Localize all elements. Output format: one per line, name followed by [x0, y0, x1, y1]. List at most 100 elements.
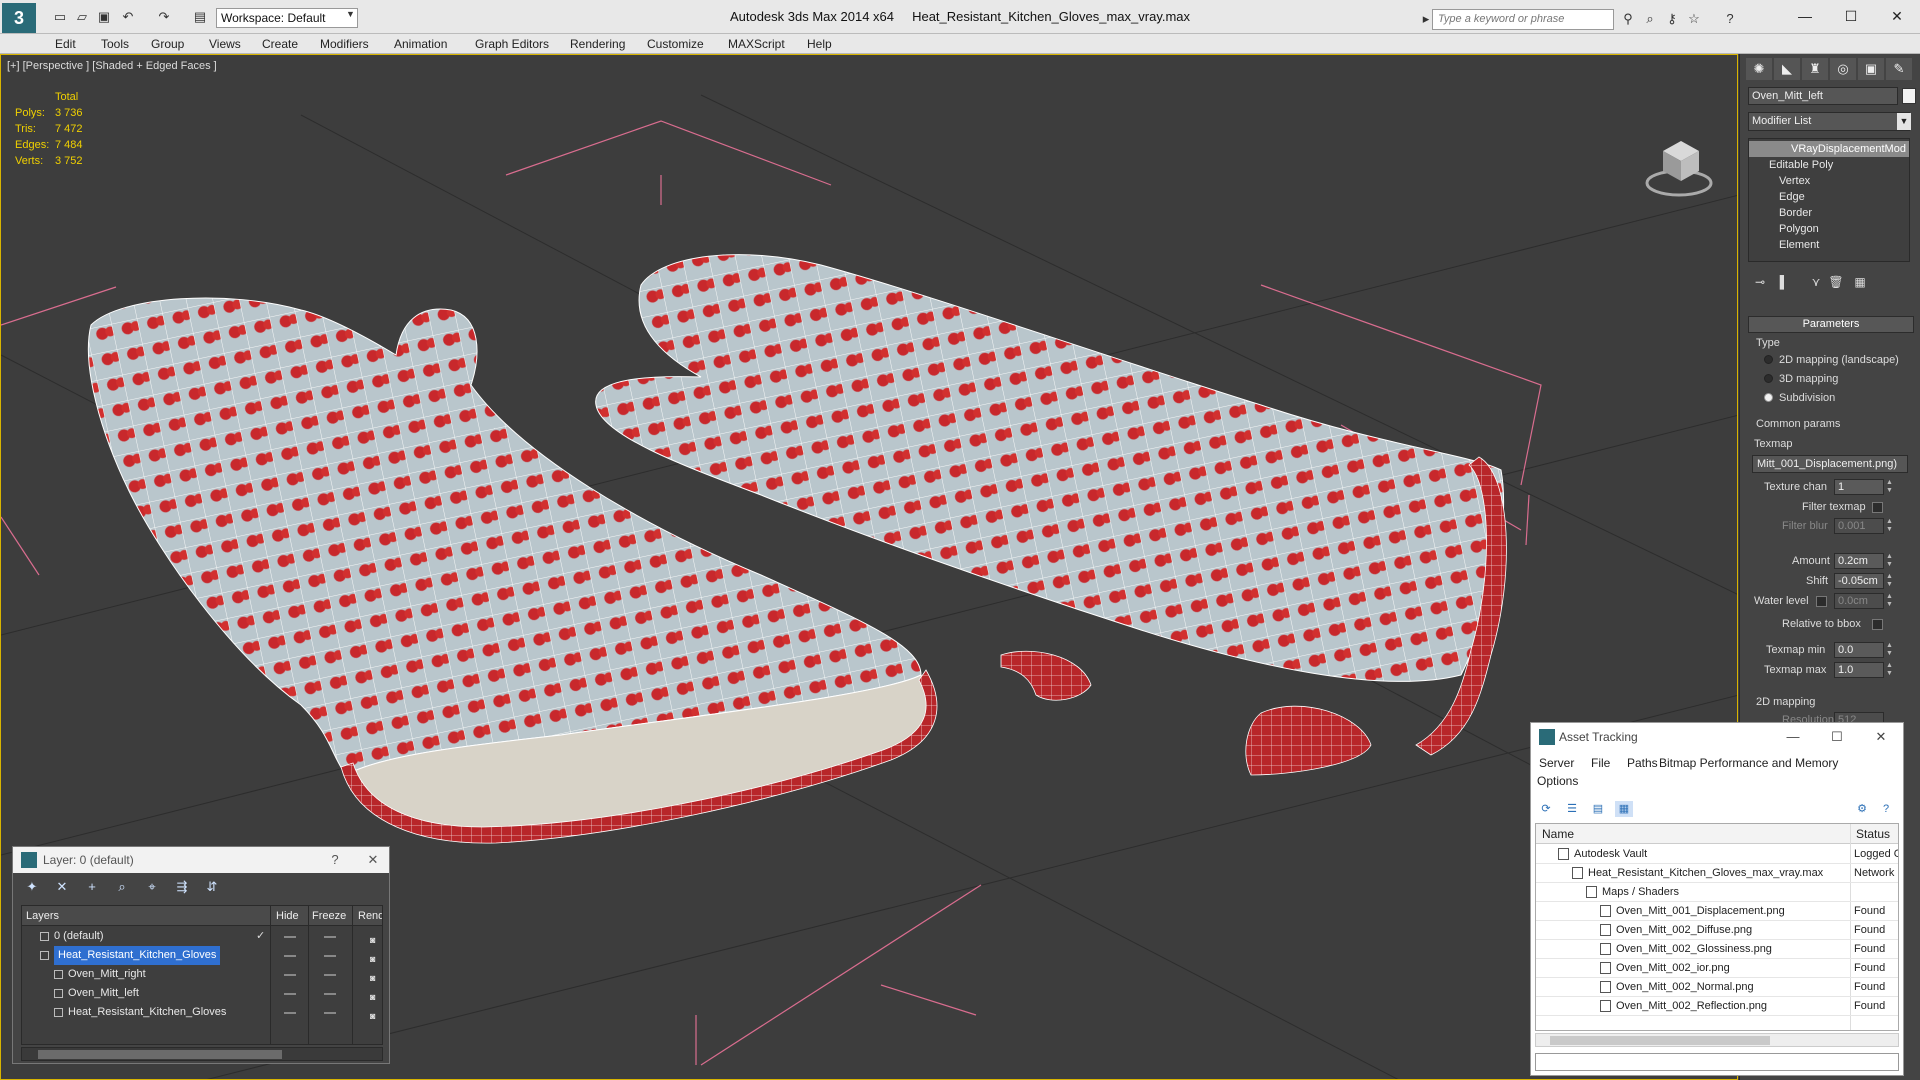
stack-item-vertex[interactable]: Vertex [1749, 173, 1909, 189]
scrollbar-thumb[interactable] [1550, 1036, 1770, 1045]
column-header-status[interactable]: Status [1856, 827, 1890, 841]
column-header-render[interactable]: Rend [358, 910, 382, 922]
search-icon[interactable]: ⌕ [1642, 11, 1658, 27]
object-name-field[interactable]: Oven_Mitt_left [1748, 87, 1898, 105]
modify-tab-icon[interactable]: ◣ [1774, 58, 1800, 80]
asset-menu-options[interactable]: Options [1537, 774, 1578, 788]
layer-row[interactable]: Heat_Resistant_Kitchen_Gloves ◙ [22, 946, 382, 965]
horizontal-scrollbar[interactable] [21, 1047, 383, 1061]
undo-icon[interactable]: ↶ [120, 10, 136, 24]
asset-row[interactable]: Autodesk Vault Logged O [1536, 845, 1898, 864]
show-end-result-icon[interactable]: ▌ [1774, 272, 1794, 292]
spinner-arrows-icon[interactable]: ▲ ▼ [1886, 573, 1895, 589]
menu-animation[interactable]: Animation [394, 37, 447, 51]
configure-sets-icon[interactable]: ▦ [1850, 272, 1870, 292]
asset-row[interactable]: Maps / Shaders [1536, 883, 1898, 902]
asset-row[interactable]: Oven_Mitt_001_Displacement.png Found [1536, 902, 1898, 921]
list-view-icon[interactable]: ☰ [1563, 801, 1581, 817]
menu-maxscript[interactable]: MAXScript [728, 37, 785, 51]
column-header-freeze[interactable]: Freeze [312, 910, 346, 922]
asset-menu-paths[interactable]: Paths [1627, 756, 1658, 770]
spinner-arrows-icon[interactable]: ▲ ▼ [1886, 553, 1895, 569]
stack-item-vraydisplacement[interactable]: VRayDisplacementMod [1749, 141, 1909, 157]
layer-row[interactable]: 0 (default) ◙ ✓ [22, 927, 382, 946]
utilities-tab-icon[interactable]: ✎ [1886, 58, 1912, 80]
asset-row[interactable]: Heat_Resistant_Kitchen_Gloves_max_vray.m… [1536, 864, 1898, 883]
open-file-icon[interactable]: ▱ [74, 10, 90, 24]
layer-row[interactable]: Heat_Resistant_Kitchen_Gloves ◙ [22, 1003, 382, 1022]
render-teapot-icon[interactable]: ◙ [370, 950, 380, 964]
stack-item-border[interactable]: Border [1749, 205, 1909, 221]
asset-menu-file[interactable]: File [1591, 756, 1610, 770]
menu-views[interactable]: Views [209, 37, 241, 51]
new-file-icon[interactable]: ▭ [52, 10, 68, 24]
texture-chan-spinner[interactable]: 1 [1834, 479, 1884, 495]
spinner-arrows-icon[interactable]: ▲ ▼ [1886, 642, 1895, 658]
search-input[interactable]: Type a keyword or phrase [1432, 9, 1614, 30]
help-icon[interactable]: ? [325, 850, 345, 870]
refresh-icon[interactable]: ⟳ [1537, 801, 1555, 817]
freeze-toggle[interactable] [324, 955, 336, 957]
redo-icon[interactable]: ↷ [156, 10, 172, 24]
modifier-list-dropdown[interactable]: Modifier List [1748, 112, 1910, 131]
texmap-min-spinner[interactable]: 0.0 [1834, 642, 1884, 658]
column-header-name[interactable]: Name [1542, 827, 1574, 841]
render-teapot-icon[interactable]: ◙ [370, 969, 380, 983]
menu-rendering[interactable]: Rendering [570, 37, 625, 51]
stack-item-edge[interactable]: Edge [1749, 189, 1909, 205]
texmap-max-spinner[interactable]: 1.0 [1834, 662, 1884, 678]
freeze-toggle[interactable] [324, 1012, 336, 1014]
scrollbar-thumb[interactable] [38, 1050, 282, 1059]
render-teapot-icon[interactable]: ◙ [370, 1007, 380, 1021]
create-tab-icon[interactable]: ✺ [1746, 58, 1772, 80]
relative-bbox-checkbox[interactable] [1872, 619, 1883, 630]
help-icon[interactable]: ? [1877, 801, 1895, 817]
create-layer-icon[interactable]: ✦ [23, 879, 41, 895]
render-teapot-icon[interactable]: ◙ [370, 931, 380, 945]
asset-menu-server[interactable]: Server [1539, 756, 1574, 770]
radio-2d-mapping[interactable]: 2D mapping (landscape) [1764, 354, 1899, 366]
hide-toggle[interactable] [284, 955, 296, 957]
hide-unhide-all-icon[interactable]: ⇵ [203, 879, 221, 895]
stack-item-element[interactable]: Element [1749, 237, 1909, 253]
table-view-icon[interactable]: ▦ [1615, 801, 1633, 817]
chevron-down-icon[interactable]: ▼ [346, 9, 358, 27]
freeze-toggle[interactable] [324, 974, 336, 976]
chevron-down-icon[interactable]: ▼ [1897, 113, 1911, 130]
minimize-button[interactable]: — [1782, 4, 1828, 28]
remove-modifier-icon[interactable]: 🗑 [1826, 272, 1846, 292]
menu-modifiers[interactable]: Modifiers [320, 37, 369, 51]
set-current-layer-icon[interactable]: ⇶ [173, 879, 191, 895]
column-header-hide[interactable]: Hide [276, 910, 299, 922]
save-file-icon[interactable]: ▣ [96, 10, 112, 24]
column-header-layers[interactable]: Layers [26, 910, 59, 922]
binoculars-icon[interactable]: ⚲ [1620, 11, 1636, 27]
motion-tab-icon[interactable]: ◎ [1830, 58, 1856, 80]
asset-row[interactable]: Oven_Mitt_002_ior.png Found [1536, 959, 1898, 978]
hide-toggle[interactable] [284, 936, 296, 938]
asset-row[interactable]: Oven_Mitt_002_Diffuse.png Found [1536, 921, 1898, 940]
maximize-button[interactable]: ☐ [1828, 4, 1874, 28]
select-objects-icon[interactable]: ⌕ [113, 879, 131, 895]
close-button[interactable]: ✕ [1874, 4, 1920, 28]
menu-help[interactable]: Help [807, 37, 832, 51]
parameters-rollout[interactable]: Parameters [1748, 316, 1914, 333]
workspace-dropdown[interactable]: Workspace: Default [216, 8, 358, 28]
menu-create[interactable]: Create [262, 37, 298, 51]
viewcube[interactable] [1645, 141, 1713, 197]
asset-menu-bitmap-performance[interactable]: Bitmap Performance and Memory [1659, 756, 1838, 770]
water-level-spinner[interactable]: 0.0cm [1834, 593, 1884, 609]
filter-blur-spinner[interactable]: 0.001 [1834, 518, 1884, 534]
menu-customize[interactable]: Customize [647, 37, 704, 51]
spinner-arrows-icon[interactable]: ▲ ▼ [1886, 593, 1895, 609]
water-level-checkbox[interactable] [1816, 596, 1827, 607]
stack-item-editable-poly[interactable]: Editable Poly [1749, 157, 1909, 173]
help-icon[interactable]: ? [1722, 11, 1738, 27]
delete-layer-icon[interactable]: ✕ [53, 879, 71, 895]
display-tab-icon[interactable]: ▣ [1858, 58, 1884, 80]
layer-row[interactable]: Oven_Mitt_left ◙ [22, 984, 382, 1003]
amount-spinner[interactable]: 0.2cm [1834, 553, 1884, 569]
minimize-button[interactable]: — [1775, 725, 1811, 749]
spinner-arrows-icon[interactable]: ▲ ▼ [1886, 518, 1895, 534]
menu-graph-editors[interactable]: Graph Editors [475, 37, 549, 51]
